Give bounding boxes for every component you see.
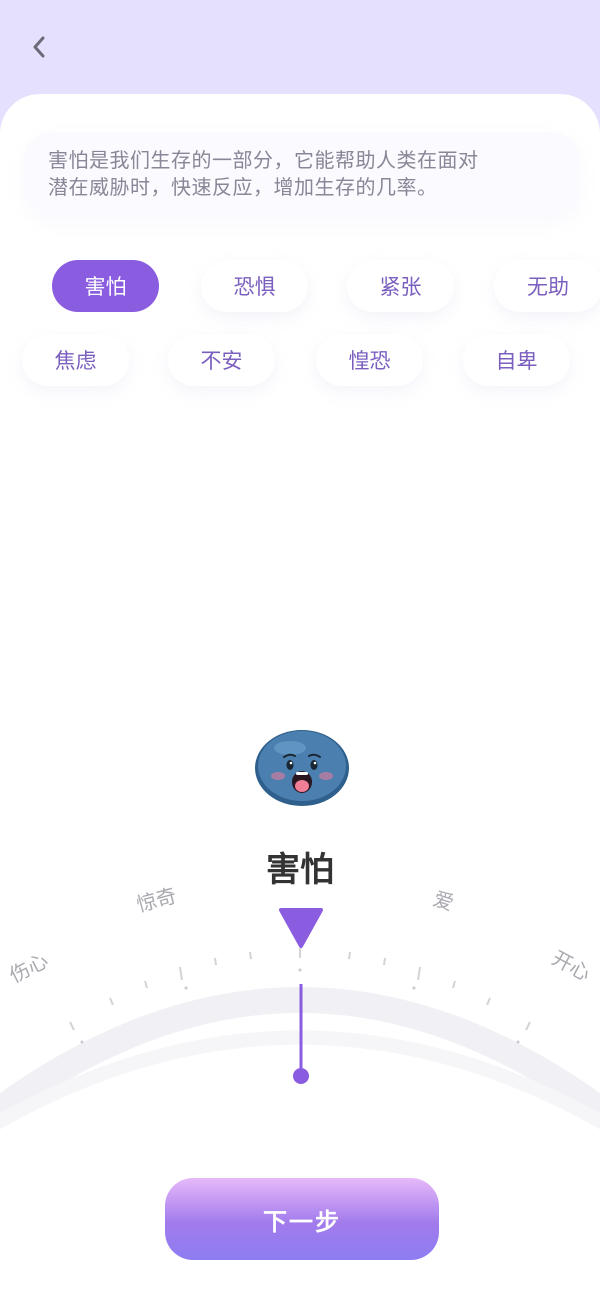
chevron-left-icon <box>33 36 45 58</box>
emotion-dial[interactable]: 伤心 惊奇 爱 开心 <box>0 870 600 1170</box>
emotion-chip-huang-kong[interactable]: 惶恐 <box>316 334 423 386</box>
scared-blob-icon <box>255 730 349 806</box>
emotion-chip-zi-bei[interactable]: 自卑 <box>463 334 570 386</box>
back-button[interactable] <box>22 30 56 64</box>
description-line-1: 害怕是我们生存的一部分，它能帮助人类在面对 <box>48 148 479 172</box>
emotion-chip-wu-zhu[interactable]: 无助 <box>494 260 600 312</box>
emotion-chip-kong-ju[interactable]: 恐惧 <box>201 260 308 312</box>
emotion-chip-jin-zhang[interactable]: 紧张 <box>347 260 454 312</box>
emotion-chip-bu-an[interactable]: 不安 <box>168 334 275 386</box>
emotion-chip-jiao-lv[interactable]: 焦虑 <box>22 334 129 386</box>
next-step-button[interactable]: 下一步 <box>165 1178 439 1260</box>
triangle-down-icon <box>279 908 323 948</box>
description-line-2: 潜在威胁时，快速反应，增加生存的几率。 <box>48 175 438 199</box>
dial-needle-pivot <box>293 1068 309 1084</box>
emotion-description-card: 害怕是我们生存的一部分，它能帮助人类在面对 潜在威胁时，快速反应，增加生存的几率… <box>24 132 580 216</box>
dial-arc <box>0 908 600 1130</box>
emotion-chip-hai-pa[interactable]: 害怕 <box>52 260 159 312</box>
